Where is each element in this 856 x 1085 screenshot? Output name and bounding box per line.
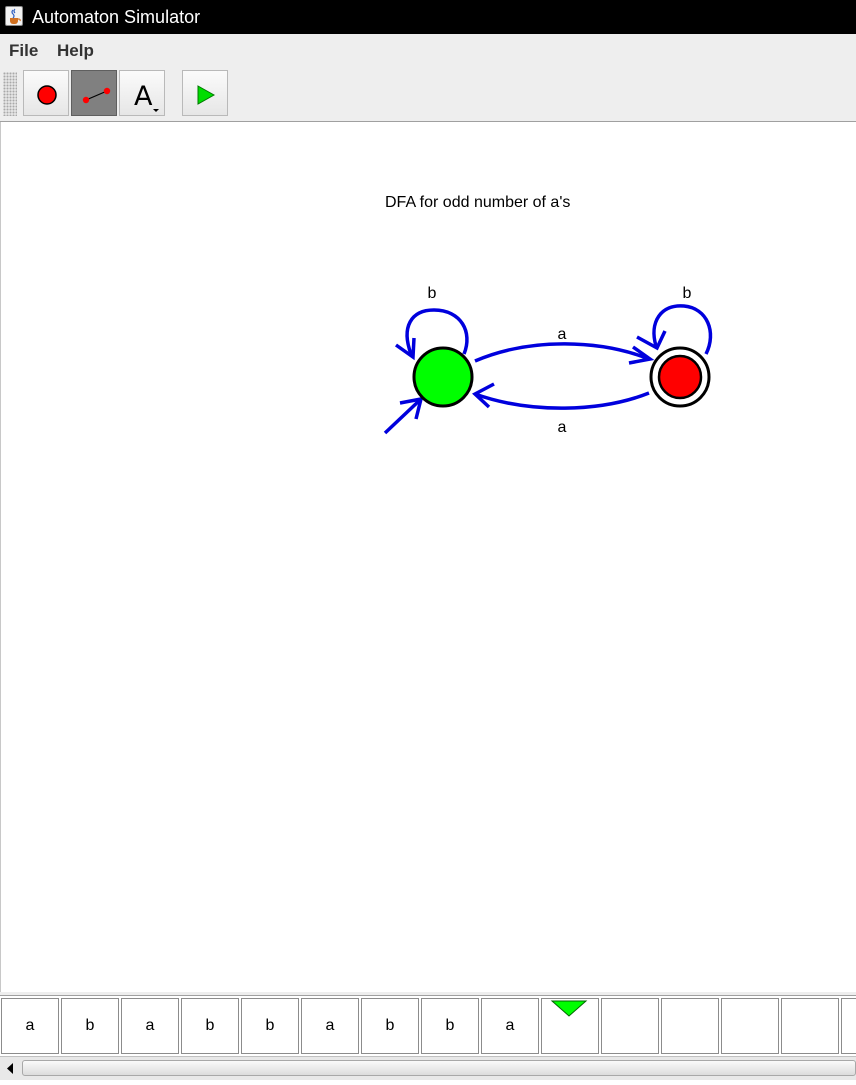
toolbar: A [0,66,856,122]
transition-label: b [428,285,437,302]
tape-cell[interactable]: b [61,998,119,1054]
tape-cell[interactable] [841,998,856,1054]
tape-cell[interactable]: b [361,998,419,1054]
automaton-diagram: DFA for odd number of a's b b a a [383,194,713,436]
tape-cell[interactable]: b [241,998,299,1054]
state-q1[interactable] [657,354,703,400]
tape-head-marker-icon [550,1000,588,1017]
transition-q1-q0-a[interactable] [474,391,650,410]
title-bar: Automaton Simulator [0,0,856,34]
transition-tool-button[interactable] [71,70,117,116]
transition-label: a [558,326,567,343]
letter-a-dropdown-icon: A [134,81,159,112]
run-button[interactable] [182,70,228,116]
tape-cell[interactable]: a [121,998,179,1054]
tape-cell[interactable] [661,998,719,1054]
state-tool-button[interactable] [23,70,69,116]
input-tape: a b a b b a b b a [0,995,856,1057]
java-app-icon [5,6,23,26]
tape-cell[interactable] [721,998,779,1054]
tape-cell[interactable]: a [301,998,359,1054]
label-tool-button[interactable]: A [119,70,165,116]
edge-tool-icon [82,87,111,104]
drawing-canvas[interactable]: DFA for odd number of a's b b a a [0,122,856,992]
tape-cell[interactable] [601,998,659,1054]
tape-cell[interactable]: a [481,998,539,1054]
toolbar-grip-handle[interactable] [3,72,17,116]
menu-bar: File Help [0,34,856,66]
tape-cell[interactable]: a [1,998,59,1054]
transition-label: b [683,285,692,302]
menu-help[interactable]: Help [57,41,94,61]
menu-file[interactable]: File [9,41,38,61]
tape-cell[interactable]: b [181,998,239,1054]
label-tool-letter: A [134,81,153,112]
arrow-left-icon [7,1063,13,1074]
window-title: Automaton Simulator [32,7,201,27]
horizontal-scrollbar[interactable] [0,1056,856,1080]
state-q0[interactable] [412,346,474,408]
transition-label: a [558,419,567,436]
arrowhead [394,337,416,361]
transition-q0-q1-a[interactable] [474,342,650,363]
tape-cell[interactable]: b [421,998,479,1054]
tape-cell[interactable] [781,998,839,1054]
play-icon [197,85,216,105]
diagram-title: DFA for odd number of a's [385,194,570,211]
scroll-left-button[interactable] [0,1057,20,1080]
scroll-thumb[interactable] [22,1060,856,1076]
red-circle-icon [37,85,57,105]
arrowhead [636,330,667,351]
